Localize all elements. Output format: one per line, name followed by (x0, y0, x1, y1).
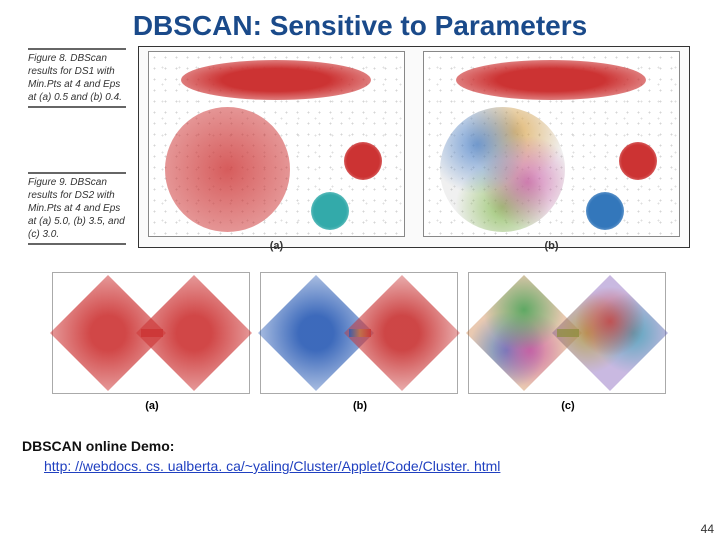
figure8-caption: Figure 8. DBScan results for DS1 with Mi… (28, 48, 126, 108)
cluster-small-1 (619, 142, 657, 180)
demo-label: DBSCAN online Demo: (22, 438, 720, 454)
figure9-panel-b: (b) (260, 272, 460, 412)
panel-box (260, 272, 458, 394)
figure-area: Figure 8. DBScan results for DS1 with Mi… (28, 46, 692, 412)
figure9-panel-a: (a) (52, 272, 252, 412)
cluster-small-1 (344, 142, 382, 180)
figure8-row: Figure 8. DBScan results for DS1 with Mi… (28, 46, 692, 248)
panel-label-a: (a) (270, 240, 283, 252)
diamond-bridge (141, 329, 163, 337)
cluster-big-circle-split (440, 107, 565, 232)
figure9-caption-wrap: Figure 9. DBScan results for DS2 with Mi… (28, 172, 126, 245)
diamond-bridge (557, 329, 579, 337)
figure8-panel-b: (b) (423, 51, 680, 237)
demo-link[interactable]: http: //webdocs. cs. ualberta. ca/~yalin… (44, 458, 500, 474)
cluster-ellipse (181, 60, 371, 100)
page-number: 44 (701, 522, 714, 536)
cluster-big-circle (165, 107, 290, 232)
panel-label-b: (b) (544, 240, 558, 252)
figure9-panel-c: (c) (468, 272, 668, 412)
panel-label-b: (b) (353, 400, 367, 412)
cluster-ellipse (456, 60, 646, 100)
figure9-caption: Figure 9. DBScan results for DS2 with Mi… (28, 172, 126, 245)
figure9-row: (a) (b) (c) (48, 272, 672, 412)
figure8-panel-a: (a) (148, 51, 405, 237)
cluster-small-2 (586, 192, 624, 230)
panel-box (52, 272, 250, 394)
figure8-box: (a) (b) (138, 46, 690, 248)
cluster-small-2 (311, 192, 349, 230)
slide-title: DBSCAN: Sensitive to Parameters (0, 0, 720, 46)
panel-box (468, 272, 666, 394)
diamond-bridge (349, 329, 371, 337)
panel-label-a: (a) (145, 400, 158, 412)
panel-label-c: (c) (561, 400, 574, 412)
